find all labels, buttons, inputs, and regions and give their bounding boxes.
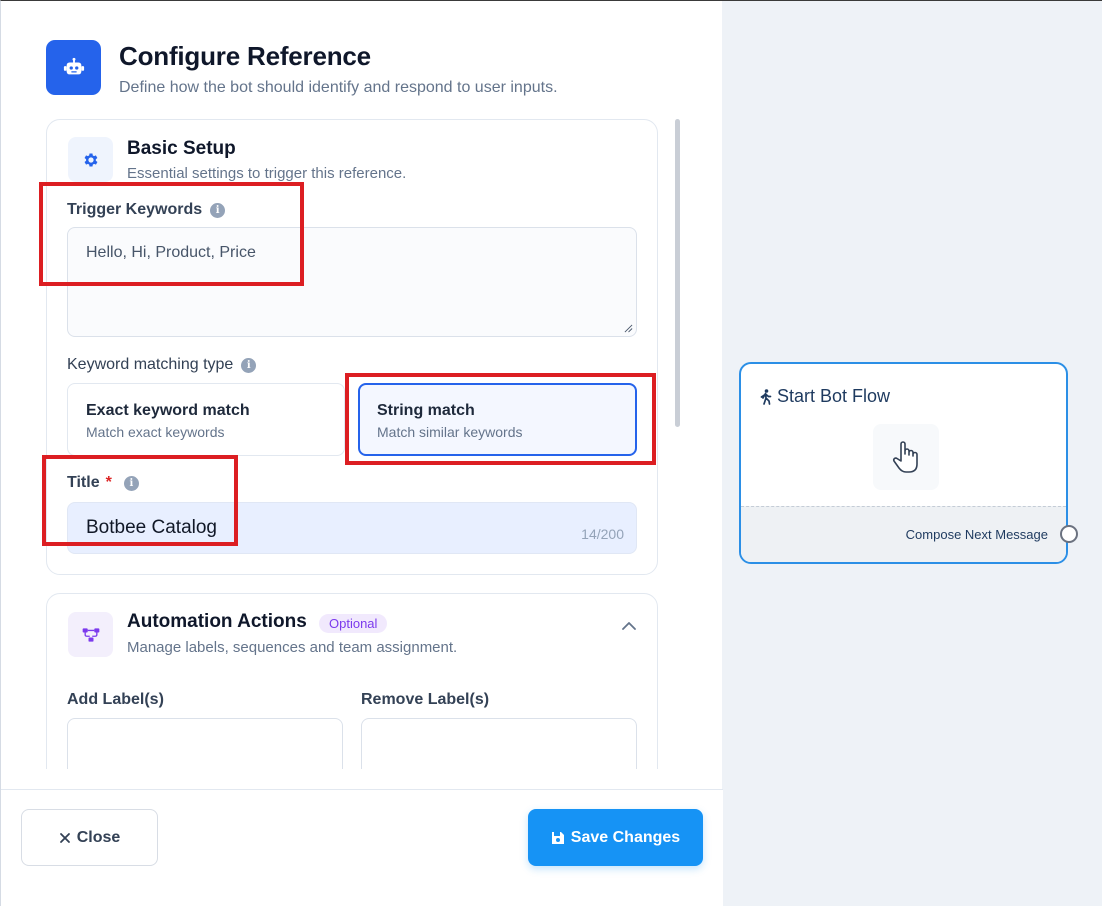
close-button-label: Close xyxy=(76,828,121,846)
gear-icon xyxy=(68,137,113,182)
node-footer: Compose Next Message xyxy=(741,506,1066,562)
start-bot-flow-node[interactable]: Start Bot Flow Compose Next Message xyxy=(739,362,1078,564)
basic-setup-subtitle: Essential settings to trigger this refer… xyxy=(127,165,407,182)
basic-setup-title: Basic Setup xyxy=(127,138,236,159)
canvas-top-border xyxy=(722,0,1102,1)
chevron-up-icon[interactable] xyxy=(621,618,637,634)
close-icon xyxy=(59,832,70,843)
char-count: 14/200 xyxy=(581,526,624,542)
compose-next-message-label: Compose Next Message xyxy=(905,527,1048,542)
optional-badge: Optional xyxy=(319,614,388,633)
highlight-box-trigger-keywords xyxy=(39,182,304,286)
exact-keyword-match-option[interactable]: Exact keyword match Match exact keywords xyxy=(67,383,345,456)
scrollbar-thumb[interactable] xyxy=(675,119,680,427)
remove-labels-label: Remove Label(s) xyxy=(361,691,490,708)
info-icon[interactable]: i xyxy=(241,357,257,373)
automation-actions-title: Automation Actions xyxy=(127,611,307,632)
option-subtitle: Match exact keywords xyxy=(86,424,225,440)
page-title: Configure Reference xyxy=(119,41,371,71)
close-button[interactable]: Close xyxy=(21,809,158,866)
save-changes-button[interactable]: Save Changes xyxy=(528,809,703,866)
walking-person-icon xyxy=(760,388,772,405)
highlight-box-title xyxy=(42,455,238,546)
node-output-handle[interactable] xyxy=(1060,525,1078,543)
highlight-box-string-match xyxy=(345,373,656,465)
keyword-matching-label-text: Keyword matching type xyxy=(67,356,234,373)
keyword-matching-label: Keyword matching type i xyxy=(67,356,257,374)
node-title: Start Bot Flow xyxy=(759,386,890,407)
add-labels-input[interactable] xyxy=(67,718,343,769)
save-button-label: Save Changes xyxy=(570,828,681,846)
robot-icon xyxy=(46,40,101,95)
option-title: Exact keyword match xyxy=(86,402,250,419)
flow-icon xyxy=(68,612,113,657)
remove-labels-input[interactable] xyxy=(361,718,637,769)
node-title-text: Start Bot Flow xyxy=(777,386,891,406)
page-subtitle: Define how the bot should identify and r… xyxy=(119,79,558,96)
resize-grip-icon[interactable] xyxy=(624,324,633,333)
pointer-hand-icon xyxy=(873,424,939,490)
floppy-disk-icon xyxy=(551,831,564,844)
automation-actions-card: Automation Actions Optional Manage label… xyxy=(46,593,658,769)
add-labels-label: Add Label(s) xyxy=(67,691,164,708)
automation-actions-subtitle: Manage labels, sequences and team assign… xyxy=(127,639,458,656)
